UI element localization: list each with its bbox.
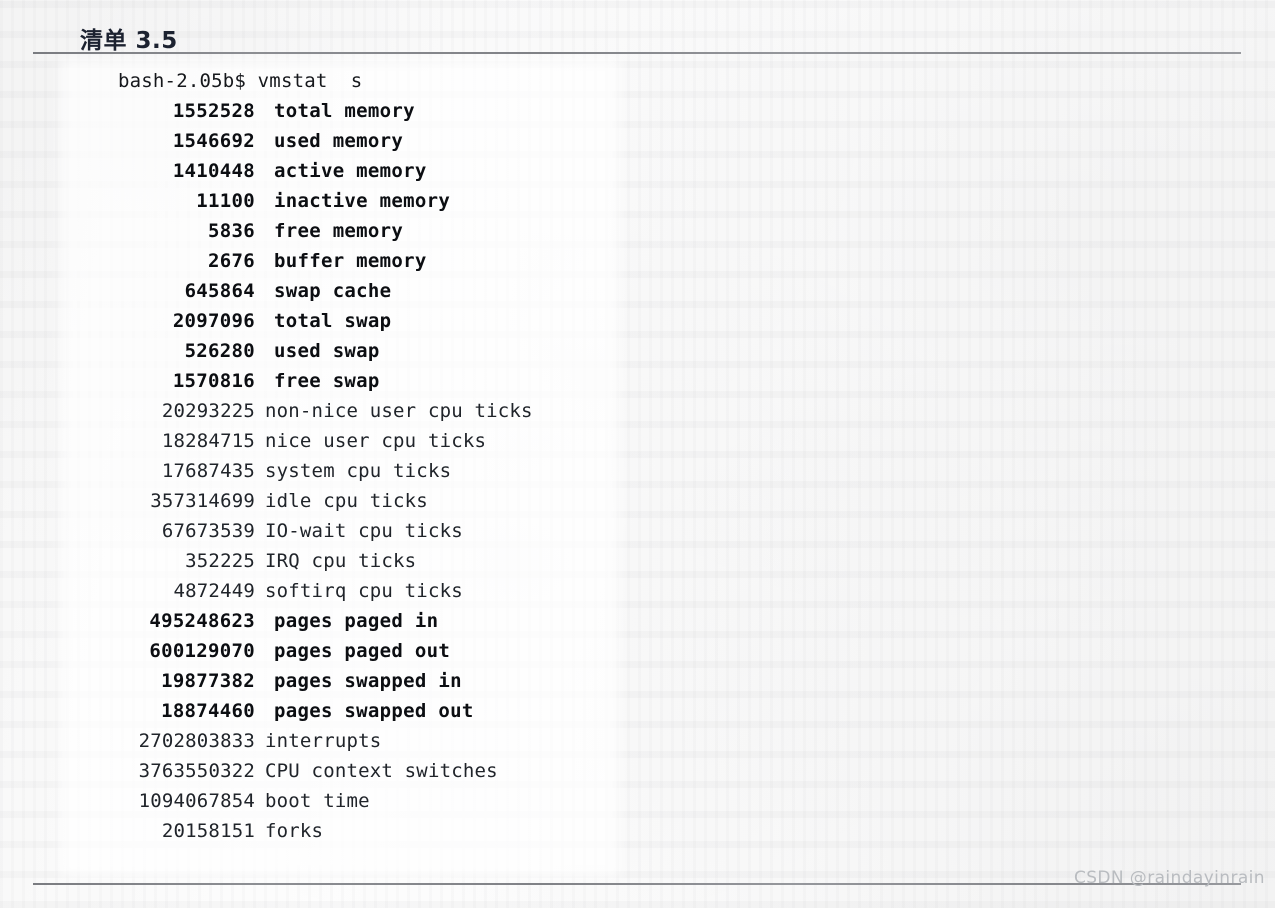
stat-value: 645864: [184, 280, 255, 302]
stat-value: 526280: [184, 340, 255, 362]
stat-row: 18874460 pages swapped out: [0, 696, 1275, 726]
stat-row: 352225 IRQ cpu ticks: [0, 546, 1275, 576]
stat-value: 18284715: [161, 430, 255, 452]
stat-row: 2702803833 interrupts: [0, 726, 1275, 756]
stat-value: 5836: [208, 220, 255, 242]
stat-value: 2702803833: [138, 730, 255, 752]
page-title: 清单 3.5: [80, 28, 178, 54]
terminal-listing: bash-2.05b$ vmstat s 1552528 total memory…: [0, 66, 1275, 846]
stat-value: 1546692: [172, 130, 255, 152]
stat-row: 19877382 pages swapped in: [0, 666, 1275, 696]
stat-value: 2097096: [172, 310, 255, 332]
stat-label: used swap: [274, 340, 380, 362]
stat-label: idle cpu ticks: [265, 490, 428, 512]
stat-label: nice user cpu ticks: [265, 430, 487, 452]
stat-label: IRQ cpu ticks: [265, 550, 417, 572]
stat-label: active memory: [274, 160, 427, 182]
stat-label: swap cache: [274, 280, 392, 302]
stat-value: 20293225: [161, 400, 255, 422]
stat-label: system cpu ticks: [265, 460, 452, 482]
stat-row: 2097096 total swap: [0, 306, 1275, 336]
stat-row: 495248623 pages paged in: [0, 606, 1275, 636]
stat-value: 3763550322: [138, 760, 255, 782]
stat-label: CPU context switches: [265, 760, 498, 782]
stat-row: 1552528 total memory: [0, 96, 1275, 126]
stat-label: interrupts: [265, 730, 382, 752]
stat-label: pages swapped out: [274, 700, 474, 722]
stat-label: pages paged out: [274, 640, 451, 662]
stat-row: 11100 inactive memory: [0, 186, 1275, 216]
stat-label: inactive memory: [274, 190, 451, 212]
stat-row: 1094067854 boot time: [0, 786, 1275, 816]
stat-row: 20293225 non-nice user cpu ticks: [0, 396, 1275, 426]
stat-row: 600129070 pages paged out: [0, 636, 1275, 666]
stat-row: 1570816 free swap: [0, 366, 1275, 396]
stat-label: buffer memory: [274, 250, 427, 272]
stat-row: 357314699 idle cpu ticks: [0, 486, 1275, 516]
divider-top: [33, 52, 1241, 54]
stat-label: total swap: [274, 310, 392, 332]
stat-row: 1546692 used memory: [0, 126, 1275, 156]
stat-label: non-nice user cpu ticks: [265, 400, 533, 422]
stat-value: 2676: [208, 250, 255, 272]
stat-value: 18874460: [161, 700, 255, 722]
stat-row: 645864 swap cache: [0, 276, 1275, 306]
stat-value: 20158151: [161, 820, 255, 842]
stat-label: pages swapped in: [274, 670, 462, 692]
stat-value: 352225: [185, 550, 255, 572]
page-content: 清单 3.5 bash-2.05b$ vmstat s 1552528 total…: [0, 0, 1275, 908]
stat-value: 495248623: [149, 610, 255, 632]
stat-value: 17687435: [161, 460, 255, 482]
stat-label: used memory: [274, 130, 404, 152]
stat-label: pages paged in: [274, 610, 439, 632]
stat-value: 1570816: [172, 370, 255, 392]
stat-label: forks: [265, 820, 324, 842]
stat-label: free memory: [274, 220, 404, 242]
stat-label: total memory: [274, 100, 415, 122]
stat-row: 2676 buffer memory: [0, 246, 1275, 276]
stat-row: 1410448 active memory: [0, 156, 1275, 186]
stat-row: 5836 free memory: [0, 216, 1275, 246]
stat-value: 67673539: [161, 520, 255, 542]
stat-value: 1094067854: [138, 790, 255, 812]
stat-value: 19877382: [161, 670, 255, 692]
stat-label: softirq cpu ticks: [265, 580, 463, 602]
stat-row: 18284715 nice user cpu ticks: [0, 426, 1275, 456]
stat-value: 4872449: [173, 580, 255, 602]
stat-label: boot time: [265, 790, 370, 812]
stat-value: 1410448: [172, 160, 255, 182]
stat-label: IO-wait cpu ticks: [265, 520, 463, 542]
watermark: CSDN @raindayinrain: [1073, 868, 1265, 888]
divider-bottom: [33, 883, 1241, 885]
stat-row: 4872449 softirq cpu ticks: [0, 576, 1275, 606]
stat-value: 600129070: [149, 640, 255, 662]
stat-row: 67673539 IO-wait cpu ticks: [0, 516, 1275, 546]
stat-value: 11100: [196, 190, 255, 212]
stat-row: 17687435 system cpu ticks: [0, 456, 1275, 486]
stat-row: 3763550322 CPU context switches: [0, 756, 1275, 786]
stat-value: 1552528: [172, 100, 255, 122]
stat-row: 526280 used swap: [0, 336, 1275, 366]
stat-row: 20158151 forks: [0, 816, 1275, 846]
stat-value: 357314699: [150, 490, 255, 512]
stat-label: free swap: [274, 370, 380, 392]
shell-prompt-line: bash-2.05b$ vmstat s: [118, 70, 363, 92]
